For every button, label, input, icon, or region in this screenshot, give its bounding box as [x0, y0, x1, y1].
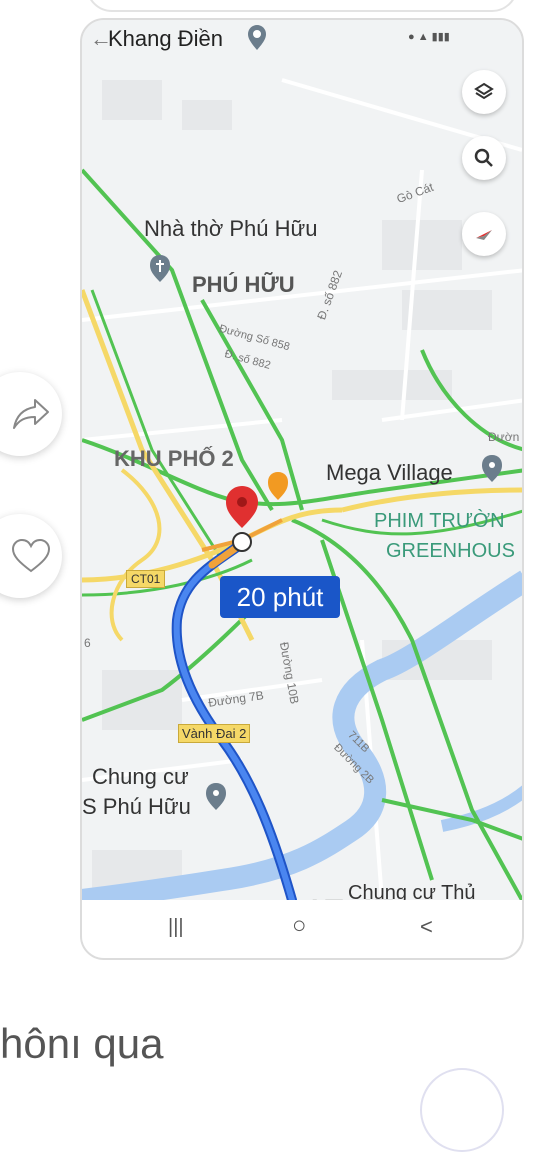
status-icons: ● ▲ ▮▮▮	[408, 31, 450, 43]
layers-icon	[474, 82, 494, 100]
share-arrow-icon	[13, 399, 49, 429]
partial-circle-button[interactable]	[420, 1068, 504, 1152]
search-button[interactable]	[462, 136, 506, 180]
road-shield-vanh-dai-2: Vành Đai 2	[178, 724, 251, 743]
map-label-six: 6	[84, 636, 91, 650]
compass-icon	[476, 230, 492, 240]
map-label-s-phu-huu[interactable]: S Phú Hữu	[82, 794, 191, 820]
phone-screenshot: Nhà thờ Phú Hữu PHÚ HỮU Gò Cát Đ. số 882…	[80, 18, 524, 960]
map-label-duon: Đườn	[488, 430, 520, 444]
map-label-khu-pho-2: KHU PHỐ 2	[114, 446, 234, 471]
search-icon	[474, 148, 493, 167]
map-label-mega-village[interactable]: Mega Village	[326, 460, 453, 486]
home-button[interactable]: ○	[292, 912, 307, 940]
map-label-greenhouse: GREENHOUS	[386, 540, 515, 562]
share-button[interactable]	[0, 372, 62, 456]
compass-button[interactable]	[462, 212, 506, 256]
recent-apps-button[interactable]: |||	[168, 916, 184, 939]
route-time-badge[interactable]: 20 phút	[220, 576, 340, 618]
map-label-phu-huu: PHÚ HỮU	[192, 272, 295, 297]
place-name[interactable]: Khang Điền	[108, 26, 223, 52]
map-label-phim-truong: PHIM TRƯỜN	[374, 510, 505, 532]
heart-icon	[11, 538, 51, 573]
bottom-caption: hônı qua	[0, 1020, 164, 1067]
back-button[interactable]: <	[420, 914, 433, 940]
location-pin-icon	[248, 25, 266, 50]
top-frame	[86, 0, 518, 12]
road-shield-ct01: CT01	[126, 570, 166, 588]
map-label-chung-cu[interactable]: Chung cư	[92, 764, 189, 790]
nav-bar: ||| ○ <	[82, 900, 522, 958]
map-label-church[interactable]: Nhà thờ Phú Hữu	[144, 216, 317, 242]
like-button[interactable]	[0, 514, 62, 598]
layers-button[interactable]	[462, 70, 506, 114]
status-bar: ← Khang Điền ● ▲ ▮▮▮	[82, 20, 522, 60]
